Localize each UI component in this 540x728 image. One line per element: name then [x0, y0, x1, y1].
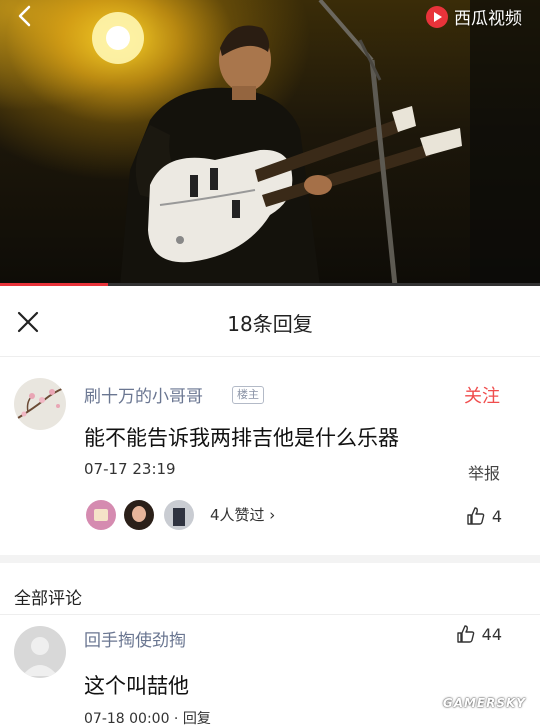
liker-avatar	[84, 498, 118, 532]
video-progress-bar[interactable]	[0, 283, 540, 286]
watermark-text: 西瓜视频	[454, 9, 522, 29]
reply-meta-partial: 07-18 00:00 · 回复	[84, 711, 211, 727]
all-comments-title: 全部评论	[14, 589, 82, 609]
replies-title: 18条回复	[227, 312, 313, 336]
default-avatar-icon	[14, 626, 66, 678]
site-watermark: GAMERSKY	[442, 696, 526, 710]
reply-username[interactable]: 回手掏使劲掏	[84, 626, 186, 651]
reply-like-count: 44	[481, 624, 502, 644]
like-button[interactable]: 4	[466, 506, 502, 526]
comment-timestamp: 07-17 23:19	[84, 460, 176, 478]
comment-username[interactable]: 刷十万的小哥哥	[84, 382, 203, 407]
comment-text: 能不能告诉我两排吉他是什么乐器	[84, 426, 399, 450]
thumbs-up-icon	[467, 507, 485, 525]
liked-by-link[interactable]: 4人赞过 ›	[210, 504, 275, 525]
section-title-divider	[0, 614, 540, 615]
avatar[interactable]	[14, 626, 66, 678]
thumbs-up-icon	[456, 625, 474, 643]
header-divider	[0, 356, 540, 357]
liker-avatars[interactable]	[84, 498, 204, 532]
follow-button[interactable]: 关注	[464, 382, 500, 408]
replies-header: 18条回复	[0, 290, 540, 354]
liker-avatar	[122, 498, 156, 532]
xigua-logo-icon	[426, 5, 448, 28]
video-progress-fill	[0, 283, 108, 286]
liker-avatar	[162, 498, 196, 532]
section-divider	[0, 555, 540, 563]
video-player[interactable]: 西瓜视频	[0, 0, 540, 286]
back-arrow-icon[interactable]	[14, 4, 38, 28]
owner-badge: 楼主	[232, 386, 264, 404]
avatar[interactable]	[14, 378, 66, 430]
video-watermark: 西瓜视频	[426, 4, 522, 29]
reply-text: 这个叫喆他	[84, 674, 189, 698]
reply-like-button[interactable]: 44	[456, 624, 502, 644]
like-count: 4	[491, 506, 502, 526]
report-button[interactable]: 举报	[468, 460, 500, 484]
video-frame	[92, 0, 540, 286]
blossom-avatar-image	[14, 378, 66, 430]
